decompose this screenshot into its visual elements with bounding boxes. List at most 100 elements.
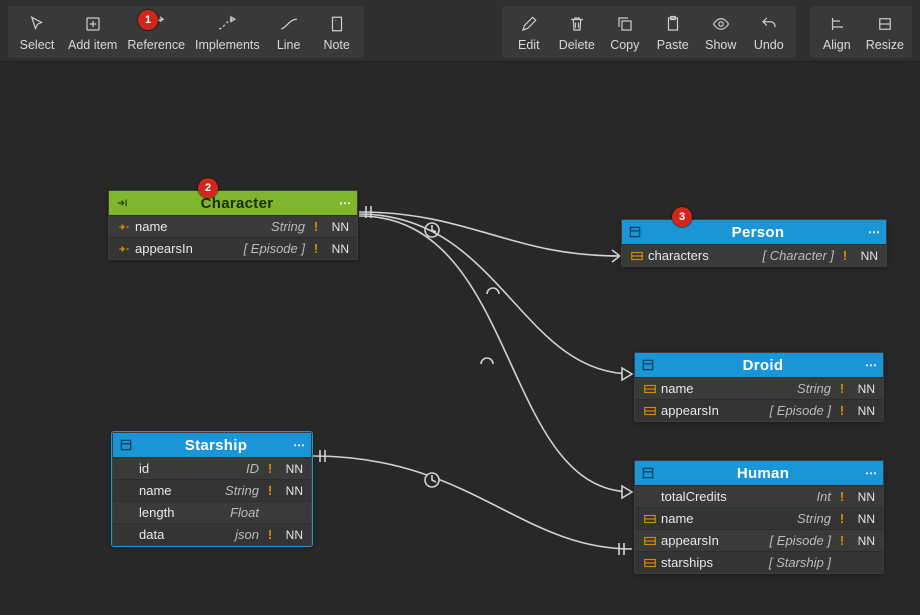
field-type: ID <box>246 461 263 476</box>
toolbar-label: Delete <box>559 38 595 52</box>
field-row[interactable]: lengthFloat <box>113 501 311 523</box>
entity-rows: nameString!NNappearsIn[ Episode ]!NN <box>109 215 357 259</box>
entity-menu-icon[interactable]: ⋯ <box>863 466 877 480</box>
toolbar-label: Reference <box>127 38 185 52</box>
field-row[interactable]: appearsIn[ Episode ]!NN <box>635 399 883 421</box>
field-type-icon <box>641 492 659 502</box>
field-notnull: NN <box>323 242 349 256</box>
field-row[interactable]: datajson!NN <box>113 523 311 545</box>
field-type-icon <box>115 242 133 256</box>
field-notnull: NN <box>849 490 875 504</box>
field-type-icon <box>119 486 137 496</box>
field-type: String <box>797 381 835 396</box>
paste-button[interactable]: Paste <box>650 10 696 56</box>
toolbar-label: Copy <box>610 38 639 52</box>
table-icon <box>641 465 657 481</box>
field-type-icon <box>641 513 659 525</box>
field-name: name <box>659 511 797 526</box>
table-icon <box>119 437 135 453</box>
entity-header[interactable]: Droid ⋯ <box>635 353 883 377</box>
entity-title: Character <box>137 195 337 212</box>
field-row[interactable]: characters[ Character ]!NN <box>622 244 886 266</box>
entity-header[interactable]: Starship ⋯ <box>113 433 311 457</box>
field-notnull: NN <box>849 404 875 418</box>
toolbar-label: Select <box>20 38 55 52</box>
copy-button[interactable]: Copy <box>602 10 648 56</box>
field-required-icon: ! <box>263 483 277 498</box>
field-type: [ Starship ] <box>769 555 835 570</box>
field-type-icon <box>115 220 133 234</box>
field-name: id <box>137 461 246 476</box>
field-name: data <box>137 527 235 542</box>
entity-character[interactable]: Character ⋯ nameString!NNappearsIn[ Epis… <box>108 190 358 260</box>
field-type-icon <box>641 383 659 395</box>
note-icon <box>324 12 350 36</box>
field-row[interactable]: nameString!NN <box>113 479 311 501</box>
trash-icon <box>564 12 590 36</box>
field-required-icon: ! <box>309 241 323 256</box>
entity-droid[interactable]: Droid ⋯ nameString!NNappearsIn[ Episode … <box>634 352 884 422</box>
entity-rows: characters[ Character ]!NN <box>622 244 886 266</box>
delete-button[interactable]: Delete <box>554 10 600 56</box>
resize-icon <box>872 12 898 36</box>
field-type: [ Episode ] <box>244 241 309 256</box>
toolbar-label: Align <box>823 38 851 52</box>
entity-menu-icon[interactable]: ⋯ <box>863 358 877 372</box>
field-required-icon: ! <box>835 381 849 396</box>
field-notnull: NN <box>277 462 303 476</box>
field-row[interactable]: totalCreditsInt!NN <box>635 485 883 507</box>
entity-menu-icon[interactable]: ⋯ <box>866 225 880 239</box>
toolbar-group-layout: Align Resize <box>810 6 912 58</box>
field-row[interactable]: nameString!NN <box>109 215 357 237</box>
field-name: totalCredits <box>659 489 817 504</box>
note-tool[interactable]: Note <box>314 10 360 56</box>
field-type-icon <box>641 535 659 547</box>
field-row[interactable]: nameString!NN <box>635 377 883 399</box>
undo-button[interactable]: Undo <box>746 10 792 56</box>
field-name: appearsIn <box>659 533 770 548</box>
entity-human[interactable]: Human ⋯ totalCreditsInt!NNnameString!NNa… <box>634 460 884 574</box>
field-notnull: NN <box>849 534 875 548</box>
toolbar-label: Resize <box>866 38 904 52</box>
entity-menu-icon[interactable]: ⋯ <box>337 196 351 210</box>
entity-person[interactable]: Person ⋯ characters[ Character ]!NN <box>621 219 887 267</box>
field-type: String <box>225 483 263 498</box>
field-notnull: NN <box>277 528 303 542</box>
field-row[interactable]: appearsIn[ Episode ]!NN <box>109 237 357 259</box>
field-row[interactable]: idID!NN <box>113 457 311 479</box>
entity-header[interactable]: Human ⋯ <box>635 461 883 485</box>
add-item-tool[interactable]: Add item <box>64 10 121 56</box>
field-name: appearsIn <box>659 403 770 418</box>
show-button[interactable]: Show <box>698 10 744 56</box>
field-type: String <box>271 219 309 234</box>
add-icon <box>80 12 106 36</box>
edit-button[interactable]: Edit <box>506 10 552 56</box>
entity-menu-icon[interactable]: ⋯ <box>291 438 305 452</box>
resize-button[interactable]: Resize <box>862 10 908 56</box>
cursor-icon <box>24 12 50 36</box>
select-tool[interactable]: Select <box>12 10 62 56</box>
toolbar: Select Add item Reference Implements Lin… <box>0 0 920 62</box>
entity-starship[interactable]: Starship ⋯ idID!NNnameString!NNlengthFlo… <box>112 432 312 546</box>
field-row[interactable]: nameString!NN <box>635 507 883 529</box>
field-type-icon <box>119 464 137 474</box>
entity-header[interactable]: Person ⋯ <box>622 220 886 244</box>
field-required-icon: ! <box>835 533 849 548</box>
undo-icon <box>756 12 782 36</box>
entity-title: Droid <box>663 357 863 374</box>
field-type: [ Character ] <box>762 248 838 263</box>
field-row[interactable]: appearsIn[ Episode ]!NN <box>635 529 883 551</box>
field-notnull: NN <box>852 249 878 263</box>
field-type: Float <box>230 505 263 520</box>
field-row[interactable]: starships[ Starship ] <box>635 551 883 573</box>
field-name: name <box>137 483 225 498</box>
field-required-icon: ! <box>309 219 323 234</box>
field-required-icon: ! <box>835 489 849 504</box>
entity-header[interactable]: Character ⋯ <box>109 191 357 215</box>
callout-3: 3 <box>672 207 692 227</box>
implements-tool[interactable]: Implements <box>191 10 264 56</box>
diagram-canvas[interactable]: Character ⋯ nameString!NNappearsIn[ Epis… <box>0 62 920 615</box>
line-tool[interactable]: Line <box>266 10 312 56</box>
align-icon <box>824 12 850 36</box>
align-button[interactable]: Align <box>814 10 860 56</box>
